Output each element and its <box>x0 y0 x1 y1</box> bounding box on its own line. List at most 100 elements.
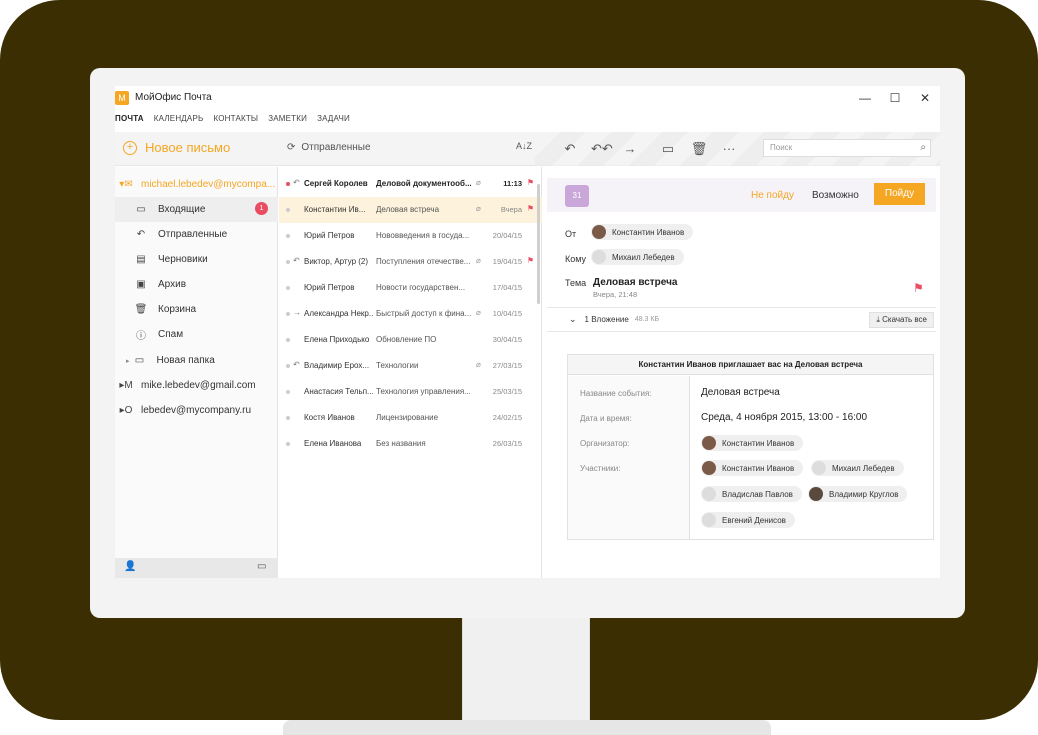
read-dot-icon <box>286 286 290 290</box>
app-window: M МойОфис Почта — ☐ ✕ ПОЧТА КАЛЕНДАРЬ КО… <box>115 86 940 578</box>
message-row[interactable]: → Александра Некр... Быстрый доступ к фи… <box>279 301 542 327</box>
message-subject: Деловая встреча <box>376 205 440 214</box>
sidebar-item-trash[interactable]: 🗑 Корзина <box>115 297 278 322</box>
menu-calendar[interactable]: КАЛЕНДАРЬ <box>154 114 204 128</box>
message-from: Елена Приходько <box>304 335 370 344</box>
message-subject: Нововведения в госуда... <box>376 231 470 240</box>
message-row[interactable]: Анастасия Тельп... Технология управления… <box>279 379 542 405</box>
recipient-name: Михаил Лебедев <box>612 252 675 262</box>
expand-arrow-icon: ▸ <box>126 357 130 365</box>
flag-icon[interactable]: ⚑ <box>527 256 534 265</box>
sender-chip[interactable]: Константин Иванов <box>591 224 694 240</box>
sidebar-account-outlook[interactable]: ▸O lebedev@mycompany.ru <box>115 398 278 423</box>
sidebar-item-spam[interactable]: ⓘ Спам <box>115 322 278 347</box>
avatar-placeholder-icon <box>812 461 826 475</box>
app-logo-icon: M <box>115 91 129 105</box>
sidebar-item-label: Новая папка <box>156 355 215 366</box>
sidebar-item-archive[interactable]: ▣ Архив <box>115 272 278 297</box>
sync-folder-button[interactable]: ⟳ Отправленные <box>287 142 371 153</box>
envelope-icon: ▾✉ <box>119 179 133 190</box>
delete-icon[interactable]: 🗑 <box>690 141 708 157</box>
accept-button[interactable]: Пойду <box>874 183 925 205</box>
event-name: Деловая встреча <box>701 387 780 398</box>
reply-all-icon[interactable]: ↶↶ <box>591 141 613 157</box>
menu-notes[interactable]: ЗАМЕТКИ <box>268 114 307 128</box>
message-row[interactable]: ↶ Сергей Королев Деловой документооб... … <box>279 171 542 197</box>
search-icon: ⌕ <box>920 142 926 153</box>
message-row[interactable]: Юрий Петров Новости государствен... 17/0… <box>279 275 542 301</box>
participant-chip[interactable]: Владимир Круглов <box>808 486 908 502</box>
flag-icon[interactable]: ⚑ <box>527 204 534 213</box>
calendar-icon: 31 <box>565 185 589 207</box>
message-row[interactable]: ↶ Владимир Ерох... Технологии ⌀ 27/03/15 <box>279 353 542 379</box>
user-icon[interactable]: 👤 <box>124 561 136 572</box>
sidebar-item-sent[interactable]: ↶ Отправленные <box>115 222 278 247</box>
menu-tasks[interactable]: ЗАДАЧИ <box>317 114 350 128</box>
sort-icon[interactable]: A↓Z <box>515 141 533 151</box>
attachment-icon: ⌀ <box>476 256 481 265</box>
app-title: МойОфис Почта <box>135 92 212 103</box>
recipient-chip[interactable]: Михаил Лебедев <box>591 249 684 265</box>
organizer-chip[interactable]: Константин Иванов <box>701 435 804 451</box>
message-row[interactable]: ↶ Виктор, Артур (2) Поступления отечеств… <box>279 249 542 275</box>
forward-icon[interactable]: → <box>621 141 639 156</box>
invitation-title: Константин Иванов приглашает вас на Дело… <box>568 355 933 375</box>
search-input[interactable]: Поиск ⌕ <box>763 139 931 157</box>
message-list-scrollbar[interactable] <box>537 184 540 304</box>
sidebar-item-drafts[interactable]: ▤ Черновики <box>115 247 278 272</box>
download-all-button[interactable]: ⤓ Скачать все <box>869 312 934 328</box>
close-button[interactable]: ✕ <box>917 90 933 106</box>
minimize-button[interactable]: — <box>857 90 873 106</box>
drafts-icon: ▤ <box>136 254 146 265</box>
sidebar-item-inbox[interactable]: ▭ Входящие 1 <box>115 197 278 222</box>
invitation-labels-column <box>568 376 690 539</box>
sent-icon: ↶ <box>136 229 146 240</box>
chevron-down-icon[interactable]: ⌄ <box>569 314 577 325</box>
message-row[interactable]: Юрий Петров Нововведения в госуда... 20/… <box>279 223 542 249</box>
folders-icon[interactable]: ▭ <box>257 561 266 572</box>
reply-icon[interactable]: ↶ <box>561 141 579 157</box>
attachment-icon: ⌀ <box>476 204 481 213</box>
decline-button[interactable]: Не пойду <box>751 190 794 201</box>
new-mail-button[interactable]: + Новое письмо <box>123 140 230 155</box>
message-subject: Лицензирование <box>376 413 439 422</box>
from-label: От <box>565 229 577 239</box>
maximize-button[interactable]: ☐ <box>887 90 903 106</box>
message-date: 26/03/15 <box>492 439 522 448</box>
account-label: lebedev@mycompany.ru <box>141 405 252 416</box>
attachment-icon: ⌀ <box>476 178 481 187</box>
maybe-button[interactable]: Возможно <box>812 190 859 201</box>
participant-chip[interactable]: Михаил Лебедев <box>811 460 904 476</box>
message-from: Юрий Петров <box>304 231 355 240</box>
message-row[interactable]: Константин Ив... Деловая встреча ⌀ Вчера… <box>279 197 542 223</box>
account-label: mike.lebedev@gmail.com <box>141 380 256 391</box>
sidebar-account-gmail[interactable]: ▸M mike.lebedev@gmail.com <box>115 373 278 398</box>
toolbar: + Новое письмо ⟳ Отправленные A↓Z ↶ ↶↶ →… <box>115 132 940 166</box>
participant-chip[interactable]: Константин Иванов <box>701 460 804 476</box>
avatar <box>702 436 716 450</box>
move-to-folder-icon[interactable]: ▭ <box>659 141 677 157</box>
message-date: 11:13 <box>503 179 522 188</box>
flag-icon[interactable]: ⚑ <box>913 281 924 295</box>
inbox-icon: ▭ <box>136 204 146 215</box>
avatar-placeholder-icon <box>702 487 716 501</box>
participant-name: Владимир Круглов <box>829 489 899 499</box>
more-icon[interactable]: ··· <box>720 141 738 156</box>
to-label: Кому <box>565 254 587 264</box>
event-label: Название события: <box>580 389 652 398</box>
participant-chip[interactable]: Евгений Денисов <box>701 512 795 528</box>
message-list: ↶ Сергей Королев Деловой документооб... … <box>279 167 542 578</box>
participant-chip[interactable]: Владислав Павлов <box>701 486 802 502</box>
menu-contacts[interactable]: КОНТАКТЫ <box>213 114 258 128</box>
sidebar-item-new-folder[interactable]: ▸ ▭ Новая папка <box>115 348 278 373</box>
sidebar-item-label: Отправленные <box>158 229 228 240</box>
message-row[interactable]: Елена Иванова Без названия 26/03/15 <box>279 431 542 457</box>
sidebar-account-michael[interactable]: ▾✉ michael.lebedev@mycompa... <box>115 172 278 197</box>
attachments-bar: ⌄ 1 Вложение 48.3 КБ ⤓ Скачать все <box>547 307 936 332</box>
message-row[interactable]: Елена Приходько Обновление ПО 30/04/15 <box>279 327 542 353</box>
flag-icon[interactable]: ⚑ <box>527 178 534 187</box>
message-row[interactable]: Костя Иванов Лицензирование 24/02/15 <box>279 405 542 431</box>
message-date: 19/04/15 <box>492 257 522 266</box>
attachments-count: 1 Вложение <box>584 315 629 324</box>
menu-mail[interactable]: ПОЧТА <box>115 114 144 128</box>
